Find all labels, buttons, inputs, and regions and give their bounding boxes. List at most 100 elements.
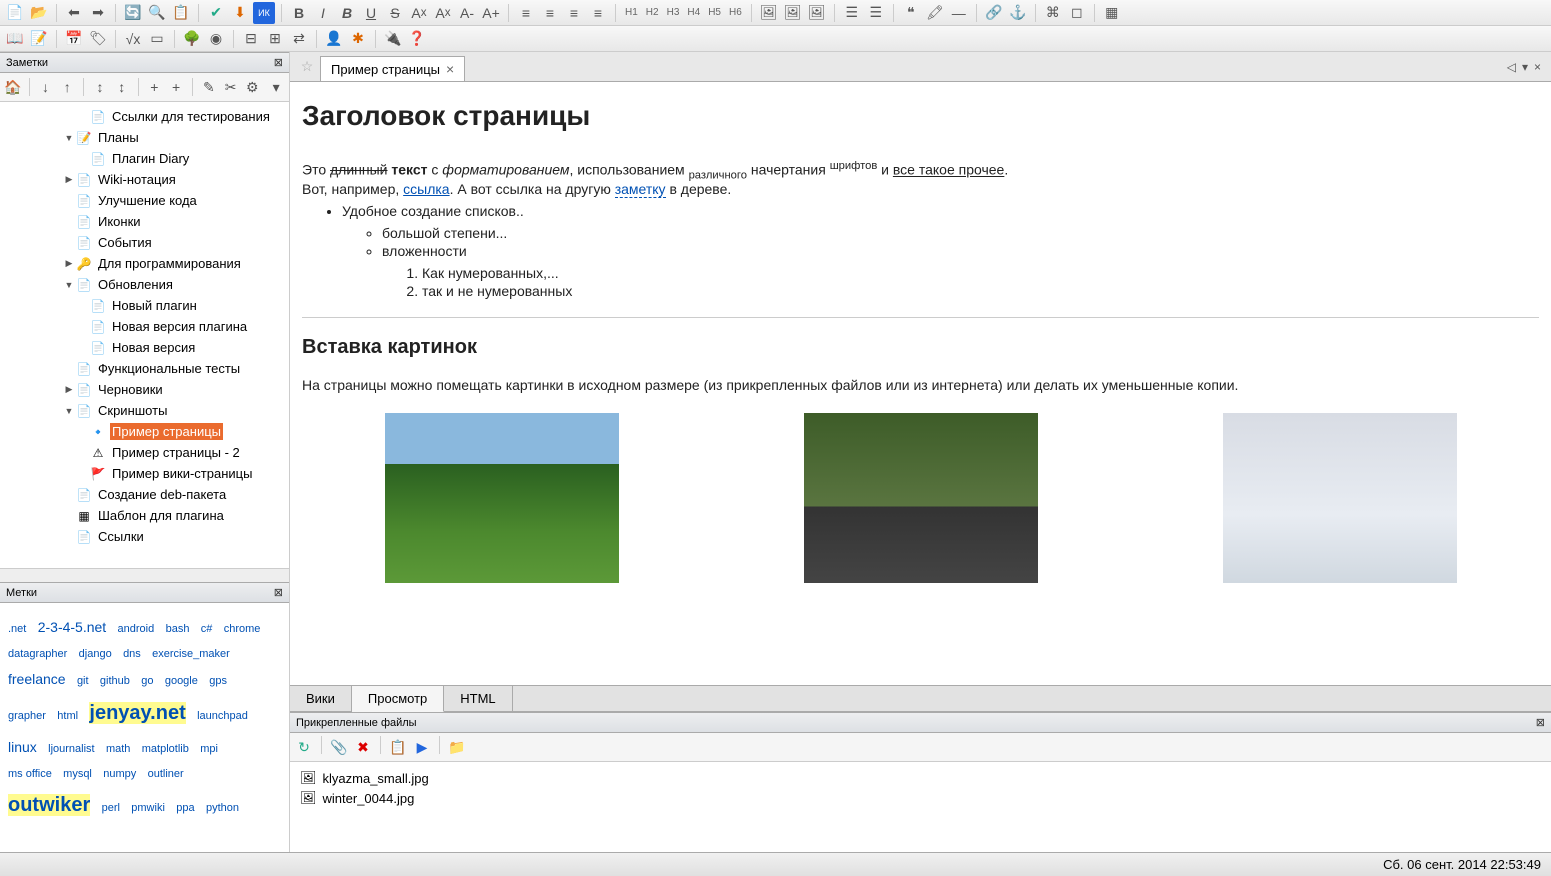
content-link-2[interactable]: заметку [615,181,666,198]
calendar-icon[interactable]: 📅 [63,28,85,50]
formula-icon[interactable]: √x [122,28,144,50]
tag[interactable]: jenyay.net [89,702,185,724]
delete-page-icon[interactable]: ✂ [221,76,241,98]
tree-node[interactable]: 📄События [0,232,289,253]
attach-delete-icon[interactable]: ✖ [352,736,374,758]
escape-icon[interactable]: ◻ [1066,2,1088,24]
hr-icon[interactable]: — [948,2,970,24]
image3-icon[interactable]: 🖼 [806,2,828,24]
tag[interactable]: go [141,675,153,687]
attach-refresh-icon[interactable]: ↻ [293,736,315,758]
tree-node[interactable]: 🚩Пример вики-страницы [0,463,289,484]
page-props-icon[interactable]: ⚙ [242,76,262,98]
quote-icon[interactable]: ❝ [900,2,922,24]
format-icon[interactable]: ▭ [146,28,168,50]
tree-node[interactable]: ▶📄Черновики [0,379,289,400]
tree-node[interactable]: ▦Шаблон для плагина [0,505,289,526]
tag[interactable]: math [106,743,130,755]
tree-icon[interactable]: 🌳 [181,28,203,50]
italic-icon[interactable]: I [312,2,334,24]
spell-icon[interactable]: ✔ [205,2,227,24]
align-center-icon[interactable]: ≡ [539,2,561,24]
tag[interactable]: gps [209,675,227,687]
tree-node[interactable]: 📄Плагин Diary [0,148,289,169]
tag[interactable]: datagrapher [8,648,67,660]
move-up-icon[interactable]: ↑ [57,76,77,98]
attachment-item[interactable]: 🖼klyazma_small.jpg [296,768,1545,788]
notes-tree[interactable]: 📄Ссылки для тестирования▼📝Планы📄Плагин D… [0,102,289,568]
tab-prev-icon[interactable]: ◁ [1507,60,1516,74]
tag[interactable]: perl [102,802,120,814]
tree-node[interactable]: 📄Функциональные тесты [0,358,289,379]
tab-close-all-icon[interactable]: × [1534,60,1541,74]
tag[interactable]: linux [8,739,37,755]
bug-icon[interactable]: ✱ [347,28,369,50]
bold-italic-icon[interactable]: B [336,2,358,24]
tag[interactable]: chrome [224,623,261,635]
tag[interactable]: .net [8,623,26,635]
tag[interactable]: ms office [8,768,52,780]
tab-close-icon[interactable]: × [446,61,454,77]
font-minus-icon[interactable]: A- [456,2,478,24]
tab-html[interactable]: HTML [444,686,512,711]
tree-node[interactable]: ▶🔑Для программирования [0,253,289,274]
refresh-icon[interactable]: 🔄 [122,2,144,24]
home-icon[interactable]: 🏠 [3,76,23,98]
tree-node[interactable]: ▼📄Скриншоты [0,400,289,421]
bold-icon[interactable]: B [288,2,310,24]
tree-node[interactable]: 📄Новый плагин [0,295,289,316]
add-sibling-icon[interactable]: + [145,76,165,98]
sort2-icon[interactable]: ↕ [112,76,132,98]
move-down-icon[interactable]: ↓ [36,76,56,98]
link-icon[interactable]: 🔗 [983,2,1005,24]
tag[interactable]: android [118,623,155,635]
align-left-icon[interactable]: ≡ [515,2,537,24]
image2-icon[interactable]: 🖼 [782,2,804,24]
notes-more-icon[interactable]: ▾ [266,76,286,98]
nav-icon[interactable]: ⇄ [288,28,310,50]
table-icon[interactable]: ▦ [1101,2,1123,24]
tag[interactable]: outliner [148,768,184,780]
page-tab[interactable]: Пример страницы × [320,56,465,81]
tag[interactable]: python [206,802,239,814]
h5-button[interactable]: H5 [705,7,724,18]
tag-icon[interactable]: 🏷 [87,28,109,50]
tree-node[interactable]: ▼📝Планы [0,127,289,148]
tree-node[interactable]: 📄Новая версия [0,337,289,358]
props-icon[interactable]: 📋 [170,2,192,24]
tag[interactable]: bash [166,623,190,635]
list-ul-icon[interactable]: ☰ [841,2,863,24]
image-icon[interactable]: 🖼 [758,2,780,24]
wiki-icon[interactable]: ИК [253,2,275,24]
align-right-icon[interactable]: ≡ [563,2,585,24]
notes-panel-close-icon[interactable]: ⊠ [274,56,283,69]
forward-icon[interactable]: ➡ [87,2,109,24]
sort-icon[interactable]: ↕ [90,76,110,98]
font-plus-icon[interactable]: A+ [480,2,502,24]
node-icon[interactable]: ◉ [205,28,227,50]
expand-icon[interactable]: ⊞ [264,28,286,50]
tag[interactable]: google [165,675,198,687]
attach-run-icon[interactable]: ▶ [411,736,433,758]
tree-node[interactable]: 📄Ссылки [0,526,289,547]
anchor-icon[interactable]: ⚓ [1007,2,1029,24]
attachment-item[interactable]: 🖼winter_0044.jpg [296,788,1545,808]
tree-node[interactable]: 📄Ссылки для тестирования [0,106,289,127]
favorite-icon[interactable]: ☆ [298,58,316,76]
help-icon[interactable]: ❓ [406,28,428,50]
tag[interactable]: dns [123,648,141,660]
attachments-close-icon[interactable]: ⊠ [1536,716,1545,729]
tag[interactable]: grapher [8,710,46,722]
plugin-icon[interactable]: 🔌 [382,28,404,50]
tree-node[interactable]: 📄Новая версия плагина [0,316,289,337]
tag[interactable]: mysql [63,768,92,780]
tag[interactable]: mpi [200,743,218,755]
tree-node[interactable]: ▼📄Обновления [0,274,289,295]
tag[interactable]: 2-3-4-5.net [38,619,106,635]
attach-folder-icon[interactable]: 📁 [446,736,468,758]
add-child-icon[interactable]: + [166,76,186,98]
search-icon[interactable]: 🔍 [146,2,168,24]
note-icon[interactable]: 📝 [28,28,50,50]
tag[interactable]: launchpad [197,710,248,722]
tab-menu-icon[interactable]: ▾ [1522,60,1528,74]
